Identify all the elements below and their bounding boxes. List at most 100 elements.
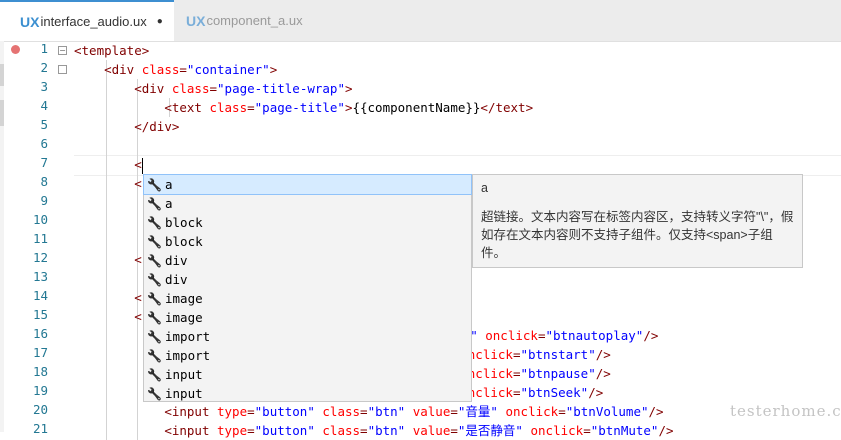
breakpoint-icon[interactable] (11, 45, 20, 54)
suggestion-item[interactable]: 🔧 block (144, 232, 471, 251)
code-line[interactable]: </div> (74, 117, 179, 136)
code-line[interactable]: <div class="container"> (74, 60, 277, 79)
line-number: 20 (32, 402, 48, 417)
line-number: 5 (40, 117, 48, 132)
suggestion-item[interactable]: 🔧 div (144, 251, 471, 270)
wrench-icon: 🔧 (147, 292, 162, 306)
code-line[interactable]: <input type="button" class="btn" value="… (74, 402, 663, 421)
code-line[interactable]: <input type="button" class="btn" value="… (74, 421, 673, 440)
suggestion-item[interactable]: 🔧 a (143, 174, 472, 195)
code-token: = (209, 81, 218, 96)
suggestion-item[interactable]: 🔧 input (144, 365, 471, 384)
code-token: "page-title" (254, 100, 345, 115)
code-token: "btnMute" (590, 423, 659, 438)
fold-toggle-icon[interactable] (58, 65, 67, 74)
line-number: 9 (40, 193, 48, 208)
wrench-icon: 🔧 (147, 178, 162, 192)
code-token: /> (588, 385, 604, 400)
code-token: <div (134, 81, 172, 96)
line-number: 15 (32, 307, 48, 322)
suggestion-label: div (165, 272, 188, 287)
tab-component-a[interactable]: UX component_a.ux (174, 0, 338, 41)
suggestion-label: input (165, 367, 203, 382)
autocomplete-suggestion-list[interactable]: 🔧 a 🔧 a 🔧 block 🔧 block 🔧 div 🔧 div 🔧 image 🔧 image 🔧 imp… (143, 174, 472, 402)
code-token: onclick (530, 423, 584, 438)
suggestion-item[interactable]: 🔧 image (144, 289, 471, 308)
code-token: = (360, 404, 368, 419)
code-token: > (269, 62, 278, 77)
tab-label: component_a.ux (206, 13, 303, 28)
suggestion-item[interactable]: 🔧 block (144, 213, 471, 232)
code-token: = (360, 423, 368, 438)
code-token: = (179, 62, 187, 77)
ux-file-icon: UX (20, 13, 40, 30)
wrench-icon: 🔧 (147, 254, 162, 268)
code-token: "btn" (367, 423, 406, 438)
code-token: "音量" (457, 404, 498, 419)
code-line[interactable]: <text class="page-title">{{componentName… (74, 98, 533, 117)
watermark: testerhome.com (730, 402, 841, 420)
code-token: = (558, 404, 566, 419)
suggestion-item[interactable]: 🔧 import (144, 346, 471, 365)
code-token: > (344, 81, 353, 96)
code-token: "btnpause" (520, 366, 596, 381)
code-line[interactable]: <template> (74, 41, 149, 60)
editor-tab-bar: UX interface_audio.ux ● UX component_a.u… (0, 0, 841, 42)
code-line[interactable]: < (74, 307, 142, 326)
fold-toggle-icon[interactable]: − (58, 46, 67, 55)
line-number: 10 (32, 212, 48, 227)
suggestion-item[interactable]: 🔧 image (144, 308, 471, 327)
code-token: "btn" (367, 404, 406, 419)
code-token: class (209, 100, 248, 115)
suggestion-item[interactable]: 🔧 input (144, 384, 471, 403)
code-token: "page-title-wrap" (217, 81, 345, 96)
code-token: "btnVolume" (565, 404, 649, 419)
suggestion-label: import (165, 329, 211, 344)
suggestion-details-panel: a 超链接。文本内容写在标签内容区，支持转义字符"\"，假如存在文本内容则不支持… (472, 174, 803, 268)
code-token: <text (164, 100, 210, 115)
code-line[interactable]: <div class="page-title-wrap"> (74, 79, 353, 98)
line-number: 12 (32, 250, 48, 265)
code-token: "btnSeek" (520, 385, 589, 400)
suggestion-item[interactable]: 🔧 div (144, 270, 471, 289)
code-line[interactable]: < (74, 155, 144, 174)
line-number: 17 (32, 345, 48, 360)
code-token: <input (164, 423, 217, 438)
code-token: class (322, 404, 361, 419)
tab-interface-audio[interactable]: UX interface_audio.ux ● (0, 0, 174, 41)
current-line-highlight (74, 155, 841, 176)
suggestion-item[interactable]: 🔧 a (144, 194, 471, 213)
line-number: 19 (32, 383, 48, 398)
code-line[interactable]: < (74, 174, 142, 193)
unsaved-dot-icon[interactable]: ● (157, 16, 163, 27)
code-line[interactable]: < (74, 288, 142, 307)
text-cursor (141, 157, 144, 174)
line-number: 11 (32, 231, 48, 246)
suggestion-item[interactable]: 🔧 import (144, 327, 471, 346)
suggestion-label: a (165, 177, 173, 192)
wrench-icon: 🔧 (147, 273, 162, 287)
code-token: <div (104, 62, 142, 77)
code-token: "是否静音" (457, 423, 523, 438)
code-token: = (450, 404, 458, 419)
wrench-icon: 🔧 (147, 216, 162, 230)
code-token: = (247, 404, 255, 419)
suggestion-label: a (165, 196, 173, 211)
wrench-icon: 🔧 (147, 330, 162, 344)
suggestion-label: block (165, 234, 203, 249)
suggestion-label: import (165, 348, 211, 363)
code-line[interactable]: < (74, 250, 142, 269)
code-token: class (322, 423, 361, 438)
code-token: class (141, 62, 180, 77)
wrench-icon: 🔧 (147, 349, 162, 363)
